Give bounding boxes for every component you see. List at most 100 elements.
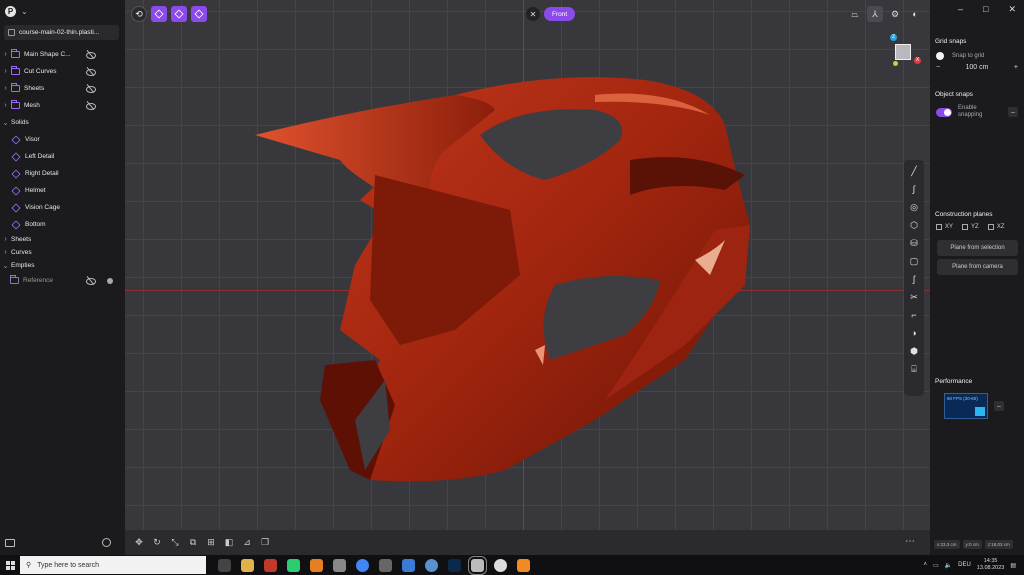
- app-icon[interactable]: [333, 558, 346, 572]
- plane-from-camera-button[interactable]: Plane from camera: [937, 259, 1018, 275]
- minimize-icon[interactable]: –: [958, 4, 963, 14]
- chevron-up-icon[interactable]: ˄: [923, 562, 927, 568]
- chevron-right-icon[interactable]: ›: [0, 249, 11, 256]
- avatar[interactable]: P: [5, 5, 16, 17]
- circle-tool-icon[interactable]: ◎: [907, 200, 921, 214]
- gizmo-y-axis[interactable]: [893, 61, 898, 66]
- select-edge-button[interactable]: [171, 6, 187, 22]
- move-icon[interactable]: ✥: [133, 537, 145, 549]
- boolean-icon[interactable]: ◧: [223, 537, 235, 549]
- task-view-icon[interactable]: [218, 558, 231, 572]
- grid-size-value[interactable]: 100 cm: [966, 64, 989, 71]
- chevron-right-icon[interactable]: ›: [0, 85, 11, 92]
- render-mode-icon[interactable]: ◐: [907, 6, 923, 22]
- cut-tool-icon[interactable]: ✂: [907, 290, 921, 304]
- network-icon[interactable]: ▭: [933, 562, 939, 569]
- settings-icon[interactable]: ⚙: [887, 6, 903, 22]
- outliner-group-main-shape[interactable]: › Main Shape C...: [0, 46, 123, 63]
- gizmo-z-axis[interactable]: Z: [890, 34, 897, 41]
- visibility-off-icon[interactable]: [86, 84, 96, 93]
- gizmo-x-axis[interactable]: X: [914, 57, 921, 64]
- decrement-button[interactable]: −: [936, 64, 940, 71]
- align-icon[interactable]: ⊿: [241, 537, 253, 549]
- grid-size-stepper[interactable]: − 100 cm +: [936, 64, 1018, 71]
- rotate-icon[interactable]: ↻: [151, 537, 163, 549]
- outliner-group-cut-curves[interactable]: › Cut Curves: [0, 63, 123, 80]
- curve-tool-icon[interactable]: ∫: [907, 182, 921, 196]
- close-icon[interactable]: ✕: [526, 7, 540, 21]
- app-icon[interactable]: [402, 558, 415, 572]
- line-tool-icon[interactable]: ╱: [907, 164, 921, 178]
- outliner-solid-bottom[interactable]: Bottom: [0, 216, 123, 233]
- visibility-off-icon[interactable]: [86, 50, 96, 59]
- enable-snapping-row[interactable]: Enable snapping –: [936, 105, 1024, 119]
- outliner-group-sheets[interactable]: › Sheets: [0, 80, 123, 97]
- photoshop-icon[interactable]: [448, 558, 461, 572]
- rectangle-tool-icon[interactable]: ▢: [907, 254, 921, 268]
- snap-to-grid-row[interactable]: Snap to grid: [936, 52, 1024, 60]
- enable-snapping-toggle[interactable]: [936, 107, 952, 117]
- outliner-section-empties[interactable]: ⌄ Empties: [0, 259, 123, 272]
- select-face-button[interactable]: [191, 6, 207, 22]
- volume-icon[interactable]: 🔈: [945, 562, 952, 569]
- file-explorer-icon[interactable]: [241, 558, 254, 572]
- polygon-tool-icon[interactable]: ⬡: [907, 218, 921, 232]
- axis-icon[interactable]: ⅄: [867, 6, 883, 22]
- plane-xz-button[interactable]: XZ: [987, 224, 1004, 230]
- chevron-right-icon[interactable]: ›: [0, 236, 11, 243]
- outliner-section-curves[interactable]: › Curves: [0, 246, 123, 259]
- taskbar-search[interactable]: ⚲ Type here to search: [20, 556, 206, 574]
- app-icon[interactable]: [287, 558, 300, 572]
- box-tool-icon[interactable]: ⬢: [907, 344, 921, 358]
- snapping-options-button[interactable]: –: [1008, 107, 1018, 117]
- plasticity-icon[interactable]: [468, 555, 487, 575]
- orientation-gizmo[interactable]: Z X: [890, 34, 921, 68]
- clock[interactable]: 14:35 13.08.2023: [977, 558, 1005, 572]
- outliner-solid-right-detail[interactable]: Right Detail: [0, 165, 123, 182]
- maximize-icon[interactable]: □: [983, 4, 988, 14]
- settings-icon[interactable]: [494, 558, 507, 572]
- start-button[interactable]: [0, 555, 20, 575]
- zoom-icon[interactable]: [102, 538, 111, 547]
- front-view-button[interactable]: Front: [544, 7, 576, 21]
- extrude-tool-icon[interactable]: ⌸: [907, 362, 921, 376]
- spline-tool-icon[interactable]: ʃ: [907, 272, 921, 286]
- app-icon[interactable]: [310, 558, 323, 572]
- outliner-solid-visor[interactable]: Visor: [0, 131, 123, 148]
- more-icon[interactable]: ⋯: [905, 536, 915, 547]
- outliner-solid-left-detail[interactable]: Left Detail: [0, 148, 123, 165]
- gizmo-cube[interactable]: [895, 44, 911, 60]
- close-window-icon[interactable]: ✕: [1008, 4, 1016, 15]
- outliner-section-sheets[interactable]: › Sheets: [0, 233, 123, 246]
- outliner-section-solids[interactable]: ⌄ Solids: [0, 114, 123, 131]
- language-indicator[interactable]: DEU: [958, 562, 971, 568]
- visibility-off-icon[interactable]: [86, 67, 96, 76]
- file-tab[interactable]: course-main-02-thin.plasti...: [4, 25, 119, 40]
- chrome-icon[interactable]: [356, 558, 369, 572]
- outliner-solid-helmet[interactable]: Helmet: [0, 182, 123, 199]
- history-button[interactable]: ⟲: [131, 6, 147, 22]
- snap-to-grid-toggle[interactable]: [936, 52, 944, 60]
- cylinder-tool-icon[interactable]: ⛁: [907, 236, 921, 250]
- increment-button[interactable]: +: [1014, 64, 1018, 71]
- chevron-right-icon[interactable]: ›: [0, 68, 11, 75]
- outliner-solid-vision-cage[interactable]: Vision Cage: [0, 199, 123, 216]
- 3d-viewport[interactable]: ⟲ ✕ Front ⏢ ⅄ ⚙ ◐ Z X ╱ ∫ ◎ ⬡ ⛁ ▢ ʃ ✂ ⌐ …: [125, 0, 930, 555]
- notifications-icon[interactable]: ▤: [1010, 562, 1016, 569]
- chevron-right-icon[interactable]: ›: [0, 51, 11, 58]
- plane-yz-button[interactable]: YZ: [962, 224, 979, 230]
- plane-from-selection-button[interactable]: Plane from selection: [937, 240, 1018, 256]
- scale-icon[interactable]: ⤡: [169, 537, 181, 549]
- app-icon[interactable]: [425, 558, 438, 572]
- new-folder-icon[interactable]: [5, 539, 15, 547]
- array-icon[interactable]: ⊞: [205, 537, 217, 549]
- app-icon[interactable]: [379, 558, 392, 572]
- visibility-off-icon[interactable]: [86, 276, 96, 285]
- outliner-group-mesh[interactable]: › Mesh: [0, 97, 123, 114]
- app-icon[interactable]: [264, 558, 277, 572]
- shell-tool-icon[interactable]: ◑: [907, 326, 921, 340]
- chevron-down-icon[interactable]: ⌄: [21, 7, 28, 16]
- chevron-right-icon[interactable]: ›: [0, 102, 11, 109]
- vlc-icon[interactable]: [517, 558, 530, 572]
- duplicate-icon[interactable]: ❐: [259, 537, 271, 549]
